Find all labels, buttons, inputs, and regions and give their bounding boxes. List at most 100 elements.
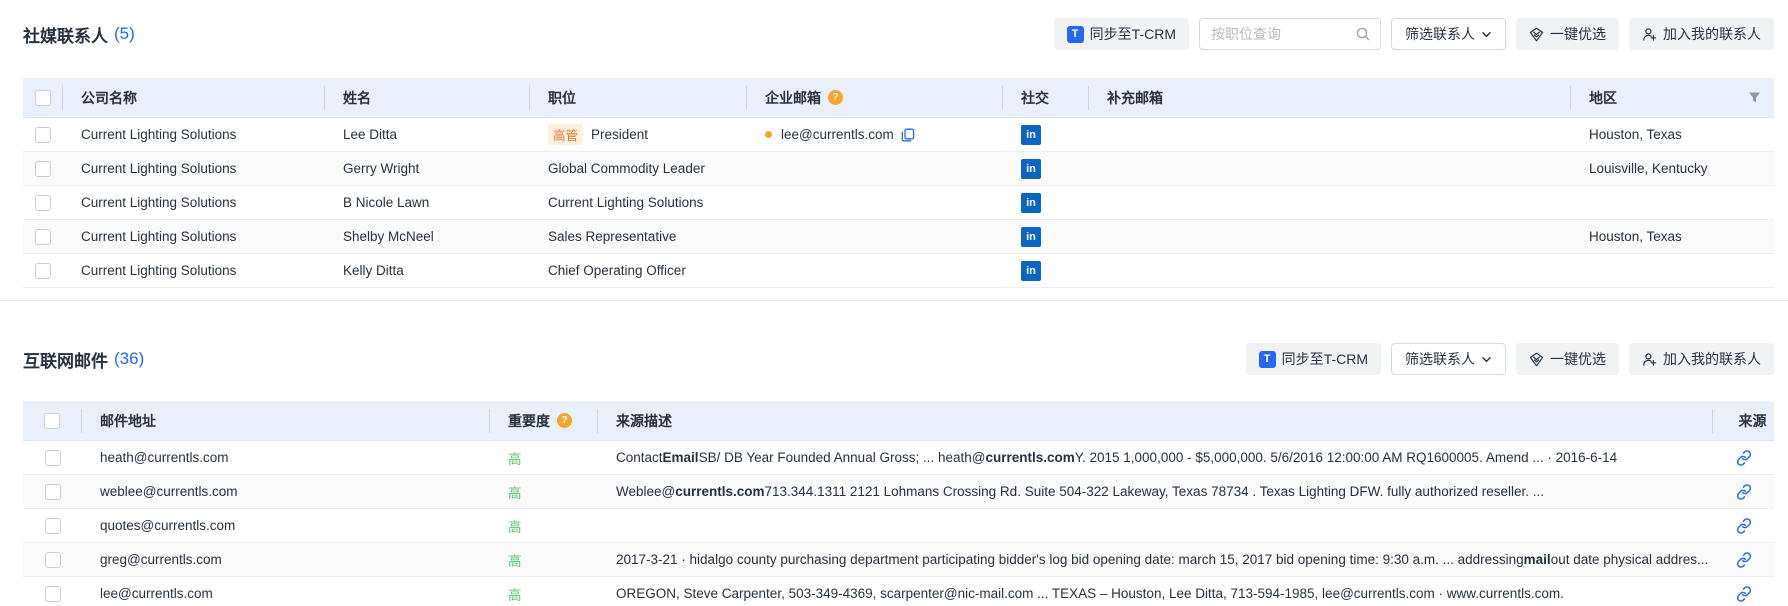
row-checkbox[interactable] <box>35 195 51 211</box>
social-table-row: Current Lighting SolutionsLee Ditta高管Pre… <box>23 118 1774 152</box>
email-toolbar: T 同步至T-CRM 筛选联系人 一键优选 <box>1246 343 1774 375</box>
source-link-icon[interactable] <box>1736 552 1752 568</box>
add-to-my-contacts-button-2[interactable]: 加入我的联系人 <box>1629 343 1774 375</box>
executive-badge: 高管 <box>548 124 583 145</box>
person-add-icon <box>1642 352 1657 367</box>
column-title: 职位 <box>530 86 747 110</box>
source-description-cell: 2017-3-21 · hidalgo county purchasing de… <box>598 552 1713 567</box>
source-link-icon[interactable] <box>1736 484 1752 500</box>
linkedin-icon[interactable]: in <box>1021 227 1041 247</box>
row-checkbox[interactable] <box>35 127 51 143</box>
email-table-row: weblee@currentls.com高Weblee@currentls.co… <box>23 475 1774 509</box>
chevron-down-icon <box>1481 29 1492 40</box>
email-title-text: 互联网邮件 <box>23 347 108 372</box>
row-checkbox[interactable] <box>45 484 61 500</box>
row-checkbox[interactable] <box>35 263 51 279</box>
column-address: 邮件地址 <box>82 409 490 433</box>
row-checkbox[interactable] <box>45 450 61 466</box>
row-checkbox[interactable] <box>35 161 51 177</box>
email-help-icon[interactable]: ? <box>828 90 843 105</box>
source-link-icon[interactable] <box>1736 518 1752 534</box>
linkedin-icon[interactable]: in <box>1021 193 1041 213</box>
social-cell: in <box>1003 261 1089 281</box>
one-click-optimize-button-2[interactable]: 一键优选 <box>1516 343 1619 375</box>
source-link-icon[interactable] <box>1736 586 1752 602</box>
email-table-header: 邮件地址 重要度 ? 来源描述 来源 <box>23 401 1774 441</box>
region-cell: Louisville, Kentucky <box>1571 161 1774 176</box>
job-title-cell: Current Lighting Solutions <box>530 195 747 210</box>
job-title-cell: 高管President <box>530 124 747 145</box>
email-address-cell: quotes@currentls.com <box>82 518 490 533</box>
linkedin-icon[interactable]: in <box>1021 125 1041 145</box>
social-count: (5) <box>114 24 135 44</box>
one-click-optimize-button[interactable]: 一键优选 <box>1516 18 1619 50</box>
name-cell: Gerry Wright <box>325 161 530 176</box>
search-icon[interactable] <box>1355 26 1371 42</box>
select-all-checkbox[interactable] <box>44 413 60 429</box>
importance-cell: 高 <box>490 550 598 570</box>
social-table-row: Current Lighting SolutionsKelly DittaChi… <box>23 254 1774 288</box>
social-table-row: Current Lighting SolutionsShelby McNeelS… <box>23 220 1774 254</box>
position-search <box>1199 18 1381 50</box>
sync-tcrm-button-2[interactable]: T 同步至T-CRM <box>1246 343 1381 375</box>
filter-icon[interactable] <box>1748 91 1761 104</box>
company-cell: Current Lighting Solutions <box>63 127 325 142</box>
filter-contacts-button-2[interactable]: 筛选联系人 <box>1391 343 1506 375</box>
social-toolbar: T 同步至T-CRM 筛选联系人 <box>1054 18 1774 50</box>
name-cell: Kelly Ditta <box>325 263 530 278</box>
job-title-cell: Sales Representative <box>530 229 747 244</box>
email-table-body: heath@currentls.com高Contact Email SB/ DB… <box>23 441 1774 606</box>
internet-emails-table: 邮件地址 重要度 ? 来源描述 来源 heath@currentls.com高C… <box>23 401 1774 606</box>
add-to-my-contacts-button[interactable]: 加入我的联系人 <box>1629 18 1774 50</box>
select-all-checkbox[interactable] <box>35 90 51 106</box>
premium-select-icon <box>1529 352 1544 367</box>
importance-cell: 高 <box>490 584 598 604</box>
column-description: 来源描述 <box>598 409 1713 433</box>
social-contacts-table: 公司名称 姓名 职位 企业邮箱 ? 社交 补充邮箱 地区 <box>23 78 1774 288</box>
importance-help-icon[interactable]: ? <box>557 413 572 428</box>
tcrm-icon: T <box>1067 26 1084 43</box>
email-table-row: lee@currentls.com高OREGON, Steve Carpente… <box>23 577 1774 606</box>
social-table-body: Current Lighting SolutionsLee Ditta高管Pre… <box>23 118 1774 288</box>
column-source: 来源 <box>1713 409 1774 433</box>
select-all-header-cell <box>23 409 82 433</box>
social-cell: in <box>1003 159 1089 179</box>
linkedin-icon[interactable]: in <box>1021 159 1041 179</box>
column-email: 企业邮箱 ? <box>747 86 1003 110</box>
filter-contacts-button[interactable]: 筛选联系人 <box>1391 18 1506 50</box>
section-divider <box>0 300 1788 301</box>
row-checkbox[interactable] <box>35 229 51 245</box>
position-search-input[interactable] <box>1211 26 1355 42</box>
job-title-cell: Chief Operating Officer <box>530 263 747 278</box>
row-checkbox[interactable] <box>45 552 61 568</box>
email-address-cell: weblee@currentls.com <box>82 484 490 499</box>
tcrm-icon: T <box>1259 351 1276 368</box>
social-title-text: 社媒联系人 <box>23 22 108 47</box>
social-table-header: 公司名称 姓名 职位 企业邮箱 ? 社交 补充邮箱 地区 <box>23 78 1774 118</box>
importance-cell: 高 <box>490 448 598 468</box>
company-email-cell: lee@currentls.com <box>747 127 1003 142</box>
source-cell <box>1713 586 1774 602</box>
name-cell: B Nicole Lawn <box>325 195 530 210</box>
row-checkbox[interactable] <box>45 586 61 602</box>
copy-icon[interactable] <box>901 128 915 142</box>
row-checkbox[interactable] <box>45 518 61 534</box>
linkedin-icon[interactable]: in <box>1021 261 1041 281</box>
importance-cell: 高 <box>490 516 598 536</box>
sync-tcrm-button[interactable]: T 同步至T-CRM <box>1054 18 1189 50</box>
email-table-row: greg@currentls.com高2017-3-21 · hidalgo c… <box>23 543 1774 577</box>
source-cell <box>1713 552 1774 568</box>
source-link-icon[interactable] <box>1736 450 1752 466</box>
source-cell <box>1713 484 1774 500</box>
social-table-row: Current Lighting SolutionsB Nicole LawnC… <box>23 186 1774 220</box>
source-cell <box>1713 518 1774 534</box>
source-cell <box>1713 450 1774 466</box>
source-description-cell: OREGON, Steve Carpenter, 503-349-4369, s… <box>598 586 1713 601</box>
social-table-row: Current Lighting SolutionsGerry WrightGl… <box>23 152 1774 186</box>
social-cell: in <box>1003 227 1089 247</box>
email-address-cell: heath@currentls.com <box>82 450 490 465</box>
social-cell: in <box>1003 193 1089 213</box>
email-section-title: 互联网邮件 (36) <box>23 347 144 372</box>
email-table-row: quotes@currentls.com高 <box>23 509 1774 543</box>
email-address-cell: lee@currentls.com <box>82 586 490 601</box>
